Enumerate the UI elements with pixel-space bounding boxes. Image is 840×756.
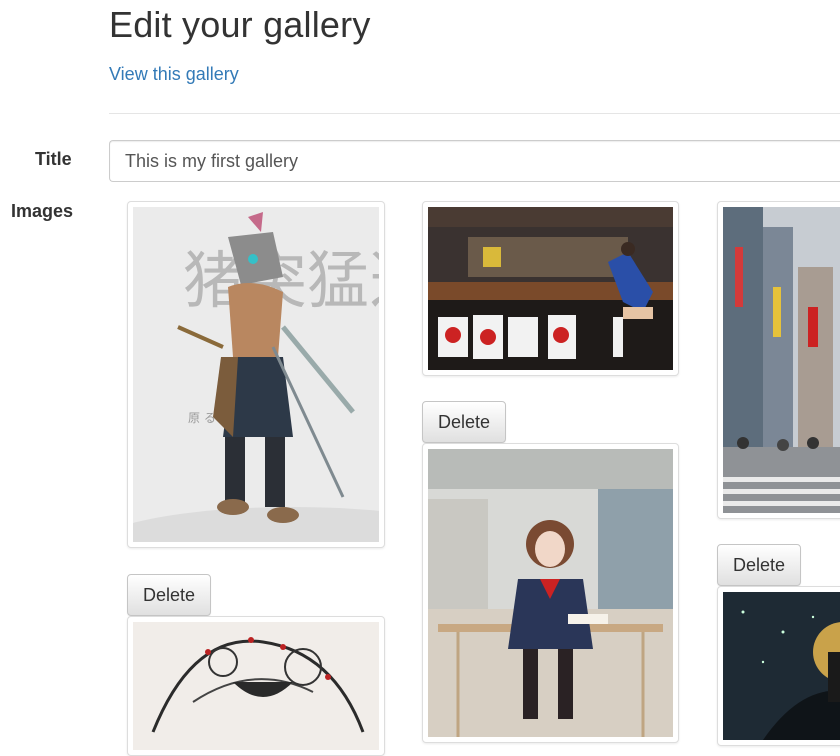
schoolgirl-library-photo [428, 449, 673, 737]
gallery-image[interactable] [422, 201, 679, 376]
delete-button[interactable]: Delete [127, 574, 212, 616]
title-input[interactable] [109, 140, 840, 182]
page-title: Edit your gallery [109, 4, 371, 45]
view-gallery-link[interactable]: View this gallery [109, 64, 239, 85]
section-divider [109, 113, 840, 114]
gallery-image[interactable] [717, 201, 840, 519]
robot-samurai-illustration: 猪突猛進 原 る [133, 207, 379, 542]
title-label: Title [35, 149, 72, 169]
ink-geisha-illustration [133, 622, 379, 750]
delete-button[interactable]: Delete [717, 544, 802, 586]
delete-button[interactable]: Delete [422, 401, 507, 443]
ramen-shop-cosplay-photo [428, 207, 673, 370]
images-label: Images [11, 201, 74, 221]
gallery-image[interactable] [127, 616, 385, 756]
gallery-image[interactable] [422, 443, 679, 743]
gallery-image[interactable] [717, 586, 840, 746]
city-street-photo [723, 207, 840, 513]
gallery-image[interactable]: 猪突猛進 原 る [127, 201, 385, 548]
kanji-caption: 原 る [188, 411, 216, 425]
dark-night-illustration [723, 592, 840, 740]
